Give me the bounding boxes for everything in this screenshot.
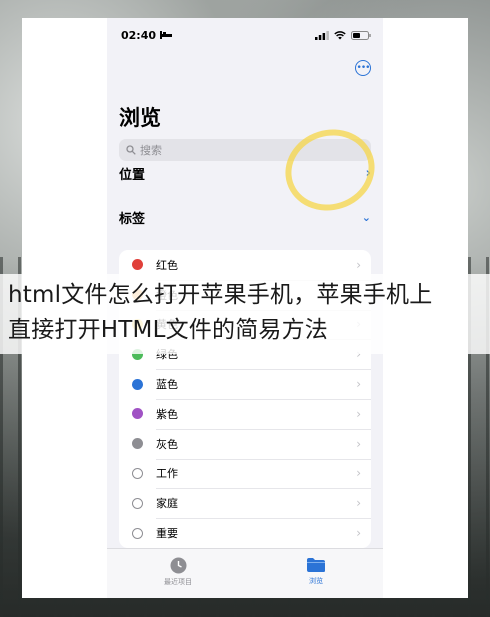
tags-section-header[interactable]: 标签 ⌄ — [119, 208, 371, 227]
status-bar: 02:40 — [107, 18, 383, 52]
tab-browse[interactable]: 浏览 — [306, 557, 326, 586]
tab-recents-label: 最近项目 — [164, 578, 192, 586]
tag-color-dot-icon — [132, 527, 143, 539]
caption-text: html文件怎么打开苹果手机，苹果手机上 直接打开HTML文件的简易方法 — [8, 278, 486, 348]
tag-label: 灰色 — [156, 437, 178, 451]
tag-color-dot-icon — [132, 497, 143, 509]
tag-label: 重要 — [156, 527, 178, 541]
tag-row[interactable]: 家庭 › — [119, 488, 371, 518]
tags-label: 标签 — [119, 212, 146, 227]
tag-color-dot-icon — [132, 378, 143, 390]
chevron-right-icon: › — [356, 436, 361, 451]
cellular-signal-icon — [315, 30, 329, 40]
tag-row[interactable]: 工作 › — [119, 458, 371, 489]
chevron-right-icon: › — [356, 526, 361, 541]
tag-label: 家庭 — [156, 497, 178, 511]
tag-row[interactable]: 紫色 › — [119, 398, 371, 429]
tag-label: 红色 — [156, 258, 178, 272]
chevron-right-icon: › — [356, 466, 361, 481]
more-options-button[interactable]: ••• — [355, 60, 371, 76]
battery-icon — [351, 30, 371, 40]
tab-browse-label: 浏览 — [309, 577, 323, 585]
search-icon — [126, 145, 136, 155]
tag-row[interactable]: 灰色 › — [119, 428, 371, 459]
caption-line-1: html文件怎么打开苹果手机，苹果手机上 — [8, 282, 433, 308]
tag-color-dot-icon — [132, 259, 143, 271]
tag-row[interactable]: 重要 › — [119, 518, 371, 548]
status-time: 02:40 — [121, 28, 157, 42]
tag-label: 紫色 — [156, 407, 178, 421]
chevron-right-icon: › — [356, 377, 361, 392]
chevron-right-icon: › — [356, 257, 361, 272]
chevron-right-icon: › — [356, 496, 361, 511]
bed-icon — [160, 31, 173, 39]
tag-color-dot-icon — [132, 467, 143, 479]
wifi-icon — [334, 30, 346, 39]
folder-icon — [307, 558, 325, 572]
tag-row[interactable]: 蓝色 › — [119, 369, 371, 399]
page-title: 浏览 — [119, 106, 161, 130]
tag-color-dot-icon — [132, 438, 143, 450]
tab-recents[interactable]: 最近项目 — [164, 557, 192, 587]
locations-label: 位置 — [119, 168, 146, 183]
tag-label: 蓝色 — [156, 378, 178, 392]
caption-line-2: 直接打开HTML文件的简易方法 — [8, 317, 329, 343]
search-placeholder: 搜索 — [140, 144, 162, 157]
annotation-circle — [274, 118, 383, 222]
clock-icon — [170, 557, 186, 574]
tab-bar: 最近项目 浏览 — [107, 548, 383, 598]
chevron-down-icon: ⌄ — [361, 211, 371, 224]
tag-color-dot-icon — [132, 408, 143, 420]
ellipsis-icon: ••• — [356, 62, 371, 73]
tag-label: 工作 — [156, 467, 178, 481]
chevron-right-icon: › — [356, 406, 361, 421]
